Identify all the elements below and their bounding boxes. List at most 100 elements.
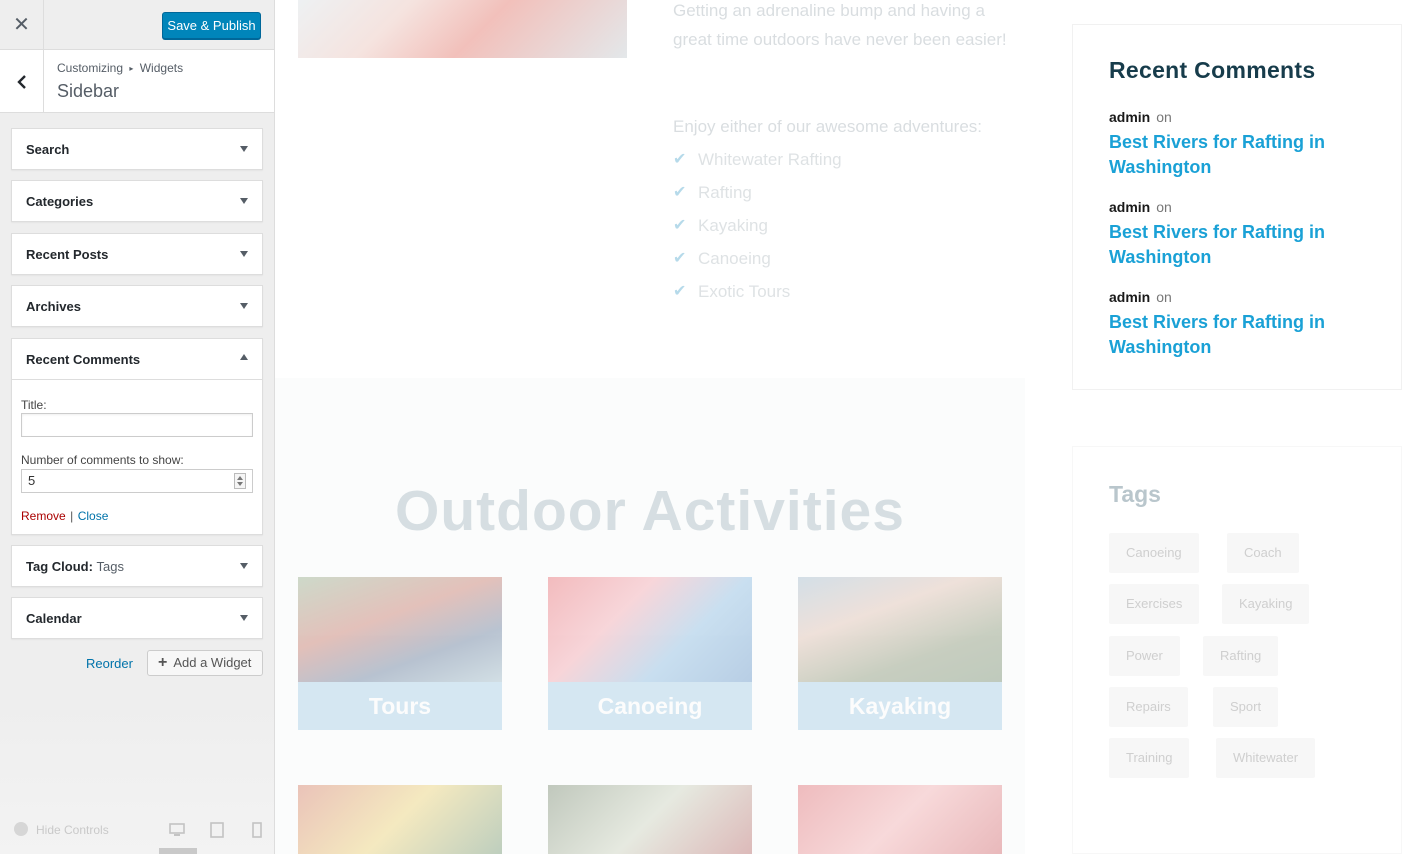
tag-link[interactable]: Whitewater — [1216, 738, 1316, 778]
triangle-down-icon[interactable] — [240, 251, 248, 257]
list-item: ✔ Exotic Tours — [673, 277, 842, 310]
chevron-left-icon — [16, 75, 26, 89]
list-item-text: Whitewater Rafting — [698, 150, 842, 169]
comment-post-link[interactable]: Best Rivers for Rafting in Washington — [1109, 220, 1379, 270]
comment-on: on — [1156, 199, 1172, 215]
triangle-down-icon[interactable] — [240, 198, 248, 204]
tag-link[interactable]: Sport — [1213, 687, 1279, 727]
activity-card-canoeing[interactable]: Canoeing — [548, 577, 752, 730]
customizer-header: ✕ Save & Publish — [0, 0, 274, 50]
triangle-down-icon[interactable] — [240, 303, 248, 309]
activities-heading: Outdoor Activities — [395, 479, 905, 543]
widget-header[interactable]: Categories — [12, 181, 262, 221]
recent-comments-title: Recent Comments — [1109, 57, 1316, 83]
activity-label: Tours — [298, 682, 502, 730]
tag-link[interactable]: Repairs — [1109, 687, 1188, 727]
widget-header[interactable]: Recent Posts — [12, 234, 262, 274]
save-publish-button[interactable]: Save & Publish — [162, 12, 261, 39]
app-root: ✕ Save & Publish Customizing ▸ Widgets S… — [0, 0, 1419, 854]
tag-link[interactable]: Power — [1109, 636, 1180, 676]
widget-header[interactable]: Tag Cloud: Tags — [12, 546, 262, 586]
intro-paragraph: Getting an adrenaline bump and having a … — [673, 1, 1007, 49]
widget-calendar[interactable]: Calendar — [11, 597, 263, 639]
check-icon: ✔ — [673, 217, 687, 234]
desktop-preview-icon[interactable] — [169, 822, 185, 838]
spinner-icon[interactable] — [234, 473, 246, 489]
hide-controls-button[interactable]: Hide Controls — [14, 822, 109, 837]
comment-author: admin — [1109, 199, 1151, 215]
reorder-link[interactable]: Reorder — [86, 656, 133, 671]
tag-link[interactable]: Coach — [1227, 533, 1299, 573]
close-link[interactable]: Close — [78, 509, 109, 523]
widget-title-sub: Tags — [96, 559, 125, 574]
widget-form: Title: Number of comments to show: 5 Rem… — [12, 379, 262, 534]
comment-item: admin on Best Rivers for Rafting in Washi… — [1109, 199, 1379, 270]
widget-title: Archives — [26, 299, 81, 314]
breadcrumb-root: Customizing — [57, 61, 124, 75]
activity-image — [548, 577, 752, 682]
comment-post-link[interactable]: Best Rivers for Rafting in Washington — [1109, 310, 1379, 360]
breadcrumb: Customizing ▸ Widgets — [57, 61, 183, 75]
widget-search[interactable]: Search — [11, 128, 263, 170]
widget-tag-cloud[interactable]: Tag Cloud: Tags — [11, 545, 263, 587]
title-field[interactable] — [21, 413, 253, 437]
close-icon: ✕ — [13, 14, 30, 36]
widget-title: Recent Posts — [26, 247, 109, 262]
activity-thumbnail[interactable] — [298, 785, 502, 854]
comment-on: on — [1156, 109, 1172, 125]
plus-icon: + — [158, 654, 168, 671]
recent-comments-widget: Recent Comments admin on Best Rivers for … — [1072, 24, 1402, 390]
active-device-indicator — [159, 848, 197, 854]
activity-thumbnail[interactable] — [548, 785, 752, 854]
back-button[interactable] — [0, 50, 44, 113]
list-item-text: Canoeing — [698, 249, 771, 268]
widget-header[interactable]: Calendar — [12, 598, 262, 638]
mobile-preview-icon[interactable] — [249, 822, 265, 838]
activity-card-kayaking[interactable]: Kayaking — [798, 577, 1002, 730]
triangle-down-icon[interactable] — [240, 146, 248, 152]
list-item: ✔ Canoeing — [673, 244, 842, 277]
close-customizer-button[interactable]: ✕ — [0, 0, 44, 50]
rafting-image — [298, 0, 627, 58]
comment-post-link[interactable]: Best Rivers for Rafting in Washington — [1109, 130, 1379, 180]
triangle-down-icon[interactable] — [240, 563, 248, 569]
activity-thumbnail[interactable] — [798, 785, 1002, 854]
number-value: 5 — [28, 473, 36, 488]
tag-link[interactable]: Kayaking — [1222, 584, 1310, 624]
breadcrumb-separator: ▸ — [129, 64, 134, 73]
list-item-text: Rafting — [698, 183, 752, 202]
widget-title: Calendar — [26, 611, 82, 626]
breadcrumb-child: Widgets — [139, 61, 184, 75]
list-item-text: Kayaking — [698, 216, 768, 235]
widget-header[interactable]: Recent Comments — [12, 339, 262, 379]
triangle-down-icon[interactable] — [240, 615, 248, 621]
number-of-comments-field[interactable]: 5 — [21, 469, 253, 493]
comment-author: admin — [1109, 289, 1151, 305]
comment-item: admin on Best Rivers for Rafting in Washi… — [1109, 289, 1379, 360]
widget-header[interactable]: Search — [12, 129, 262, 169]
activity-image — [798, 577, 1002, 682]
widget-categories[interactable]: Categories — [11, 180, 263, 222]
activity-label: Kayaking — [798, 682, 1002, 730]
comment-on: on — [1156, 289, 1172, 305]
tag-link[interactable]: Canoeing — [1109, 533, 1199, 573]
activity-image — [298, 577, 502, 682]
tag-link[interactable]: Rafting — [1203, 636, 1279, 676]
widget-header[interactable]: Archives — [12, 286, 262, 326]
widget-archives[interactable]: Archives — [11, 285, 263, 327]
comment-author: admin — [1109, 109, 1151, 125]
activity-card-tours[interactable]: Tours — [298, 577, 502, 730]
widget-recent-posts[interactable]: Recent Posts — [11, 233, 263, 275]
widget-actions: Remove | Close — [21, 507, 108, 525]
widget-title: Search — [26, 142, 70, 157]
tag-link[interactable]: Training — [1109, 738, 1190, 778]
widget-recent-comments[interactable]: Recent Comments Title: Number of comment… — [11, 338, 263, 535]
check-icon: ✔ — [673, 184, 687, 201]
tag-link[interactable]: Exercises — [1109, 584, 1200, 624]
add-widget-button[interactable]: + Add a Widget — [147, 650, 263, 676]
triangle-up-icon[interactable] — [240, 354, 248, 360]
widget-title: Recent Comments — [26, 352, 141, 367]
tablet-preview-icon[interactable] — [209, 822, 225, 838]
adventures-lead: Enjoy either of our awesome adventures: — [673, 117, 983, 136]
remove-link[interactable]: Remove — [21, 509, 66, 523]
